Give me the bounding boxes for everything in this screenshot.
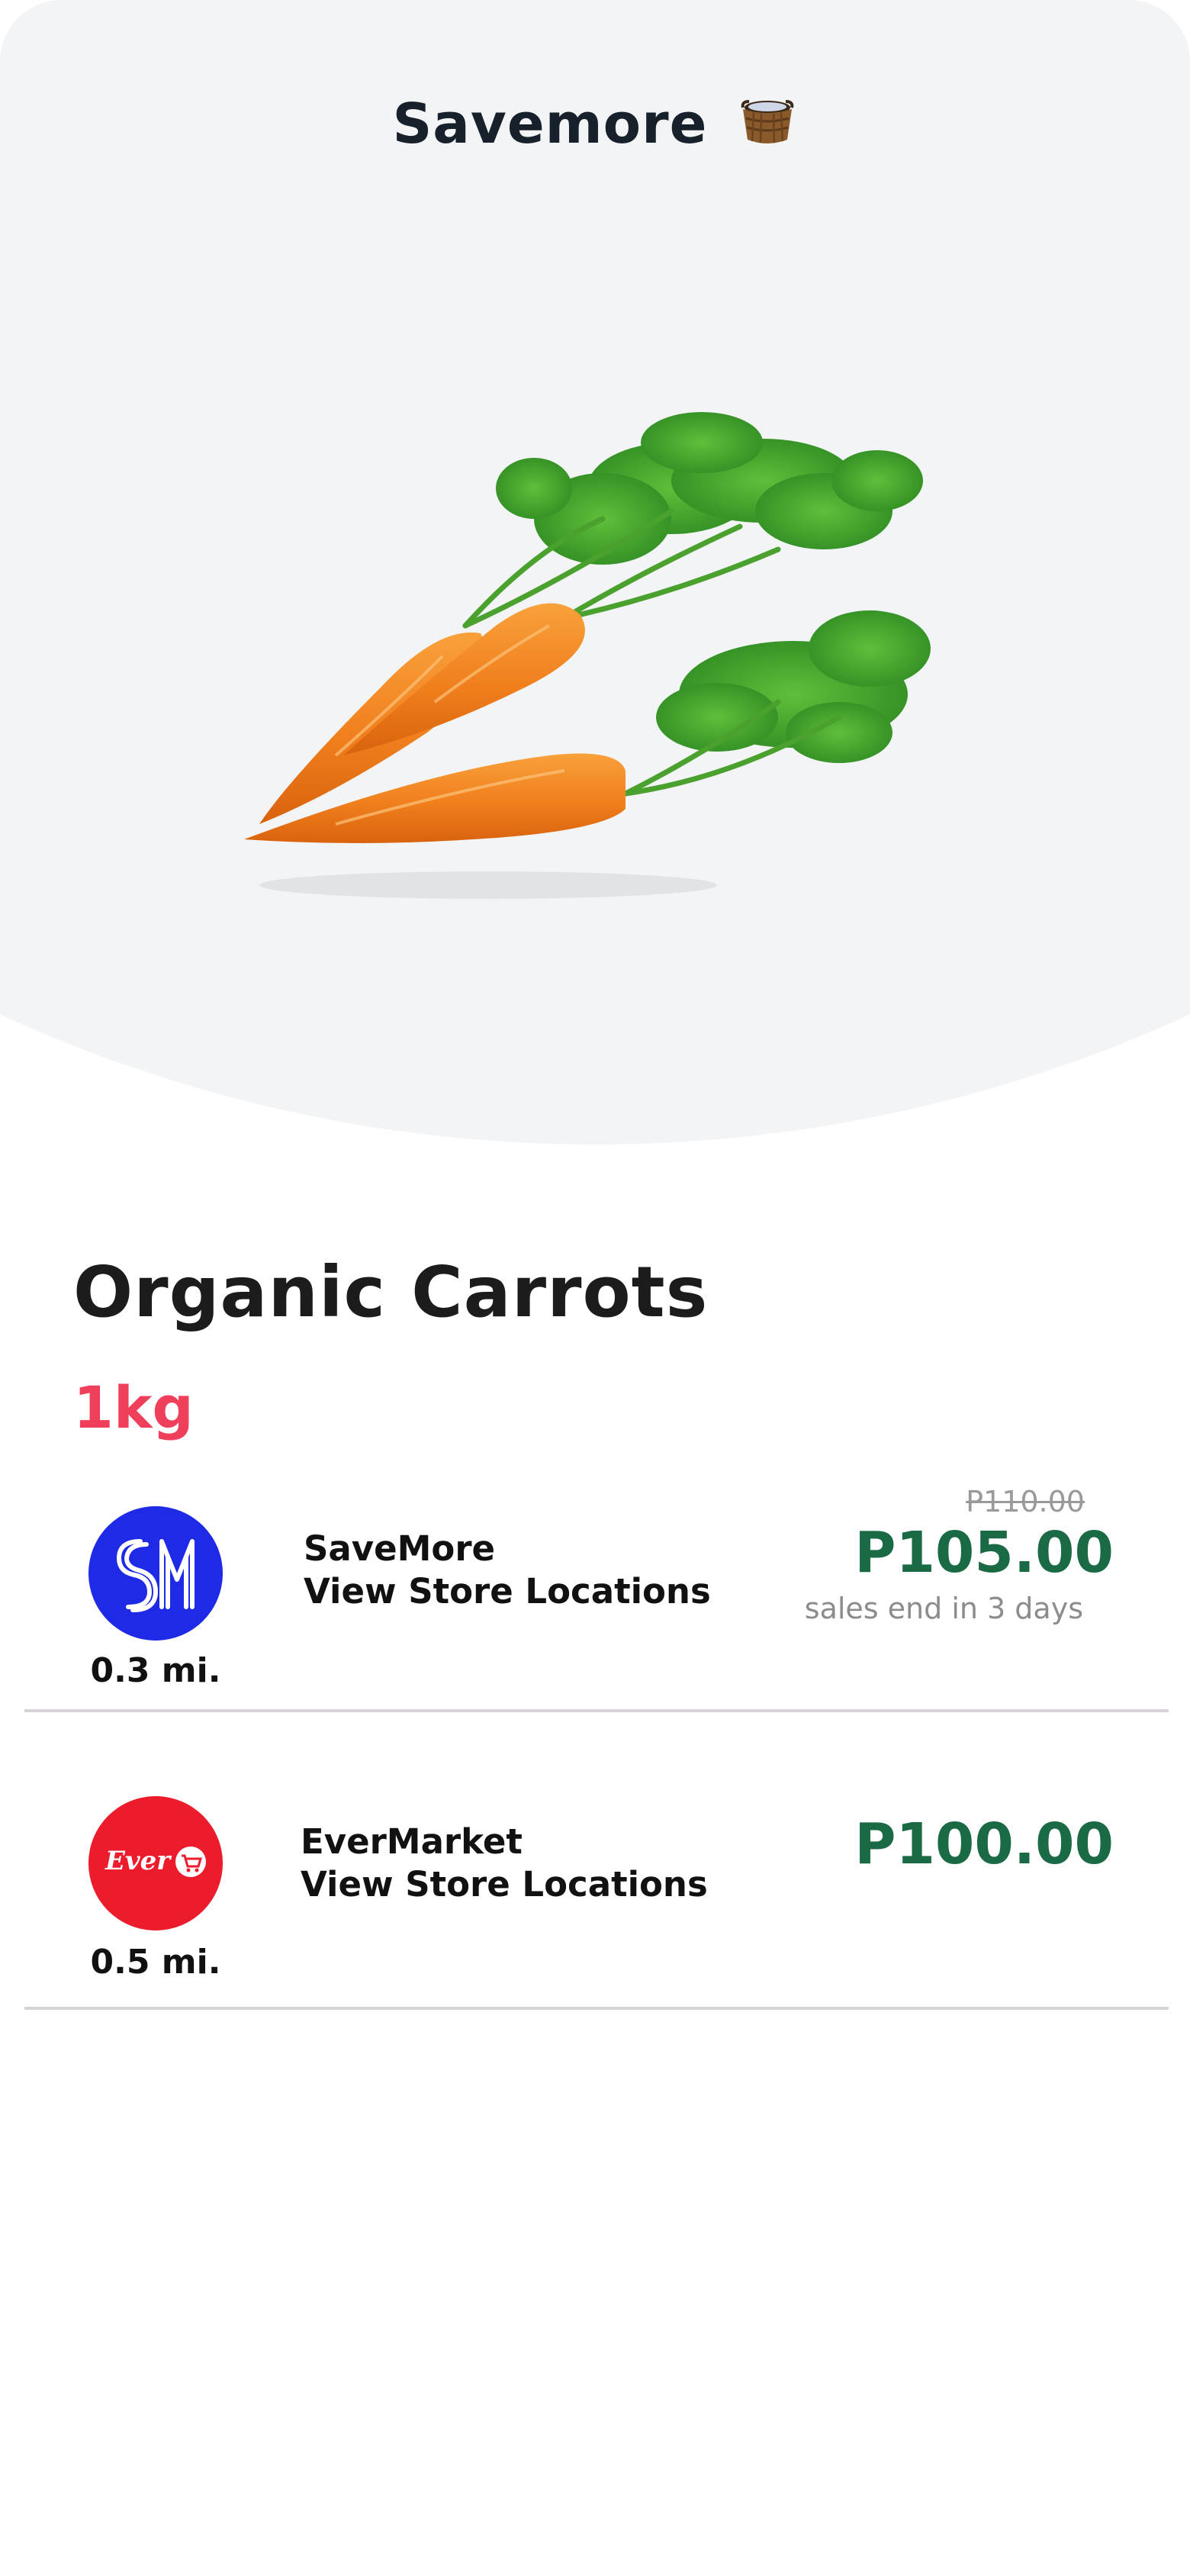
carrots-image bbox=[244, 412, 931, 899]
ever-logo: Ever bbox=[88, 1796, 223, 1930]
hero-section: Savemore bbox=[0, 0, 1190, 1145]
view-store-locations-link[interactable]: View Store Locations bbox=[301, 1863, 708, 1906]
store-distance: 0.5 mi. bbox=[90, 1943, 221, 1982]
sm-logo bbox=[88, 1506, 223, 1641]
view-store-locations-link[interactable]: View Store Locations bbox=[304, 1570, 711, 1613]
store-info: SaveMore View Store Locations bbox=[304, 1528, 711, 1613]
basket-icon bbox=[741, 100, 793, 143]
sale-note: sales end in 3 days bbox=[804, 1592, 1083, 1625]
store-price: P105.00 bbox=[854, 1520, 1114, 1586]
store-row[interactable]: 0.3 mi. SaveMore View Store Locations P1… bbox=[24, 1473, 1169, 1712]
store-price: P100.00 bbox=[854, 1811, 1114, 1877]
store-row[interactable]: Ever 0.5 mi. EverMarket View Store Locat… bbox=[24, 1770, 1169, 2010]
product-name: Organic Carrots bbox=[73, 1251, 709, 1333]
page-title-text: Savemore bbox=[392, 92, 708, 156]
store-distance: 0.3 mi. bbox=[90, 1651, 221, 1690]
store-info: EverMarket View Store Locations bbox=[301, 1821, 708, 1906]
store-name: EverMarket bbox=[301, 1821, 523, 1862]
page-title: Savemore bbox=[0, 92, 1190, 156]
product-weight: 1kg bbox=[73, 1373, 194, 1441]
store-name: SaveMore bbox=[304, 1528, 496, 1569]
svg-text:Ever: Ever bbox=[105, 1846, 172, 1876]
original-price: P110.00 bbox=[966, 1485, 1085, 1518]
